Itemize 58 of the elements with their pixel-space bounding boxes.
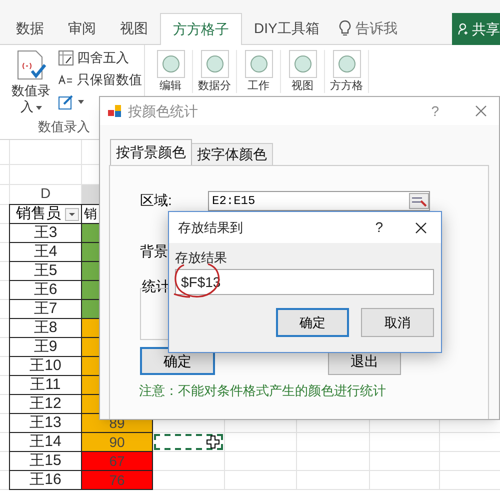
colored-cell: 90 bbox=[81, 432, 153, 452]
close-icon[interactable] bbox=[415, 222, 427, 234]
round-button[interactable]: 四舍五入 bbox=[77, 48, 129, 68]
help-button[interactable]: ? bbox=[431, 100, 439, 122]
cancel-button[interactable]: 取消 bbox=[361, 308, 434, 337]
circle-icon bbox=[250, 55, 268, 73]
app-icon bbox=[108, 104, 122, 118]
filter-dropdown-icon[interactable] bbox=[65, 208, 79, 221]
tool-button[interactable]: 方方格 bbox=[325, 50, 369, 93]
dialog-tab[interactable]: 按背景颜色 bbox=[110, 139, 192, 165]
circle-icon bbox=[294, 55, 312, 73]
ribbon-tab[interactable]: 方方格子 bbox=[160, 13, 242, 45]
share-button[interactable]: 共享 bbox=[452, 13, 500, 45]
sheet-cell bbox=[225, 452, 297, 471]
tool-button[interactable]: 编辑 bbox=[149, 50, 193, 93]
sheet-cell bbox=[370, 433, 440, 452]
sheet-cell bbox=[0, 165, 10, 185]
sheet-cell bbox=[153, 471, 225, 490]
cross-cursor-icon bbox=[206, 435, 220, 449]
circle-icon bbox=[206, 55, 224, 73]
caret-icon bbox=[36, 106, 42, 110]
dialog-title: 按颜色统计 bbox=[128, 102, 198, 120]
colored-cell: 76 bbox=[81, 470, 153, 490]
sheet-cell bbox=[370, 471, 440, 490]
sheet-cell bbox=[0, 140, 10, 165]
ok-button[interactable]: 确定 bbox=[276, 308, 349, 337]
lightbulb-icon bbox=[339, 20, 352, 36]
tell-me-label[interactable]: 告诉我 bbox=[355, 18, 398, 38]
colored-cell: 67 bbox=[81, 451, 153, 471]
field-label: 存放结果 bbox=[175, 250, 228, 266]
edit-icon[interactable] bbox=[58, 94, 74, 110]
percent-table-icon bbox=[58, 50, 74, 66]
number-entry-button[interactable]: 数值录入 bbox=[8, 49, 54, 116]
help-button[interactable]: ? bbox=[375, 217, 383, 238]
dialog-tab[interactable]: 按字体颜色 bbox=[192, 143, 273, 165]
sheet-cell bbox=[225, 471, 297, 490]
circle-icon bbox=[162, 55, 180, 73]
keep-values-button[interactable]: 只保留数值 bbox=[77, 70, 142, 90]
ribbon-tab[interactable]: DIY工具箱 bbox=[242, 12, 332, 44]
background-label: 背景 bbox=[140, 242, 168, 261]
person-add-icon bbox=[458, 21, 469, 37]
sheet-cell bbox=[370, 452, 440, 471]
tool-button[interactable]: 视图 bbox=[281, 50, 325, 93]
circle-icon bbox=[338, 55, 356, 73]
ribbon-tab[interactable]: 审阅 bbox=[56, 12, 108, 44]
ribbon-tab[interactable]: 数据 bbox=[4, 12, 56, 44]
tool-button[interactable]: 工作 bbox=[237, 50, 281, 93]
ribbon-tab[interactable]: 视图 bbox=[108, 12, 160, 44]
range-select-icon[interactable] bbox=[409, 192, 429, 208]
caret-icon bbox=[78, 100, 84, 104]
tool-button[interactable]: 数据分 bbox=[193, 50, 237, 93]
range-field[interactable]: E2:E15 bbox=[208, 190, 430, 210]
text-format-icon bbox=[58, 74, 74, 86]
group-label: 数值录入 bbox=[38, 118, 90, 136]
dialog-title: 存放结果到 bbox=[178, 218, 243, 237]
sheet-cell bbox=[0, 185, 10, 205]
column-header: D bbox=[39, 185, 52, 203]
note-text: 注意：不能对条件格式产生的颜色进行统计 bbox=[139, 382, 387, 400]
